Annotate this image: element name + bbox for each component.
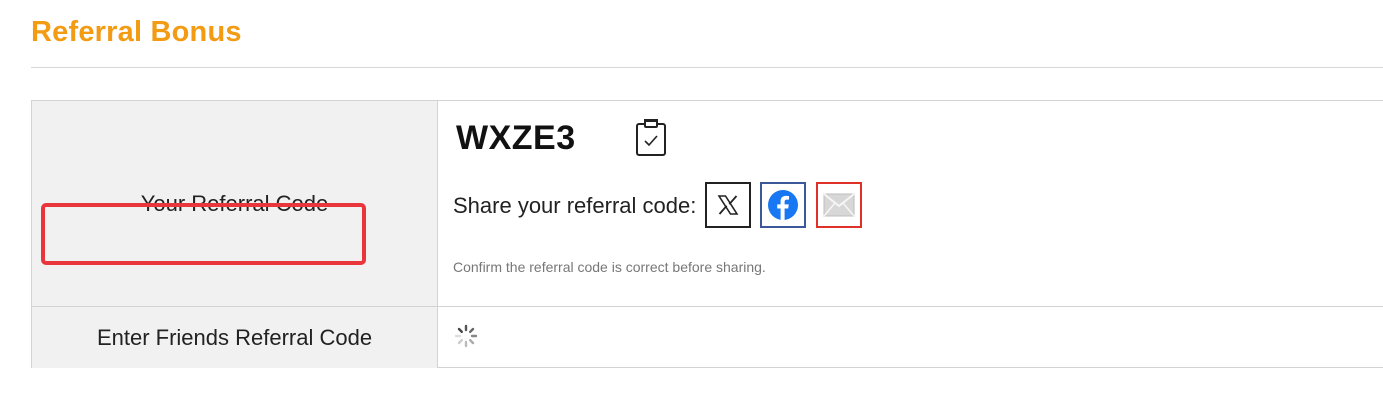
friends-referral-code-label-cell: Enter Friends Referral Code — [32, 307, 438, 368]
share-email-button[interactable] — [816, 182, 862, 228]
loading-spinner-icon — [454, 324, 478, 348]
referral-table: Your Referral Code Enter Friends Referra… — [31, 100, 1383, 368]
title-divider — [31, 67, 1383, 68]
share-hint-text: Confirm the referral code is correct bef… — [453, 259, 766, 275]
your-referral-code-label-cell: Your Referral Code — [32, 101, 438, 307]
page-title: Referral Bonus — [31, 16, 242, 48]
referral-code-value: WXZE3 — [456, 119, 576, 157]
row-divider — [438, 306, 1383, 307]
facebook-icon — [768, 190, 798, 220]
share-referral-label: Share your referral code: — [453, 193, 697, 218]
mail-icon — [823, 193, 855, 217]
friends-referral-code-label[interactable]: Enter Friends Referral Code — [97, 325, 372, 351]
your-referral-code-label: Your Referral Code — [140, 190, 329, 216]
referral-page: Referral Bonus Your Referral Code Enter … — [0, 0, 1383, 410]
share-facebook-button[interactable] — [760, 182, 806, 228]
copy-clipboard-icon[interactable] — [634, 117, 668, 157]
x-logo-icon — [717, 195, 739, 215]
share-x-button[interactable] — [705, 182, 751, 228]
